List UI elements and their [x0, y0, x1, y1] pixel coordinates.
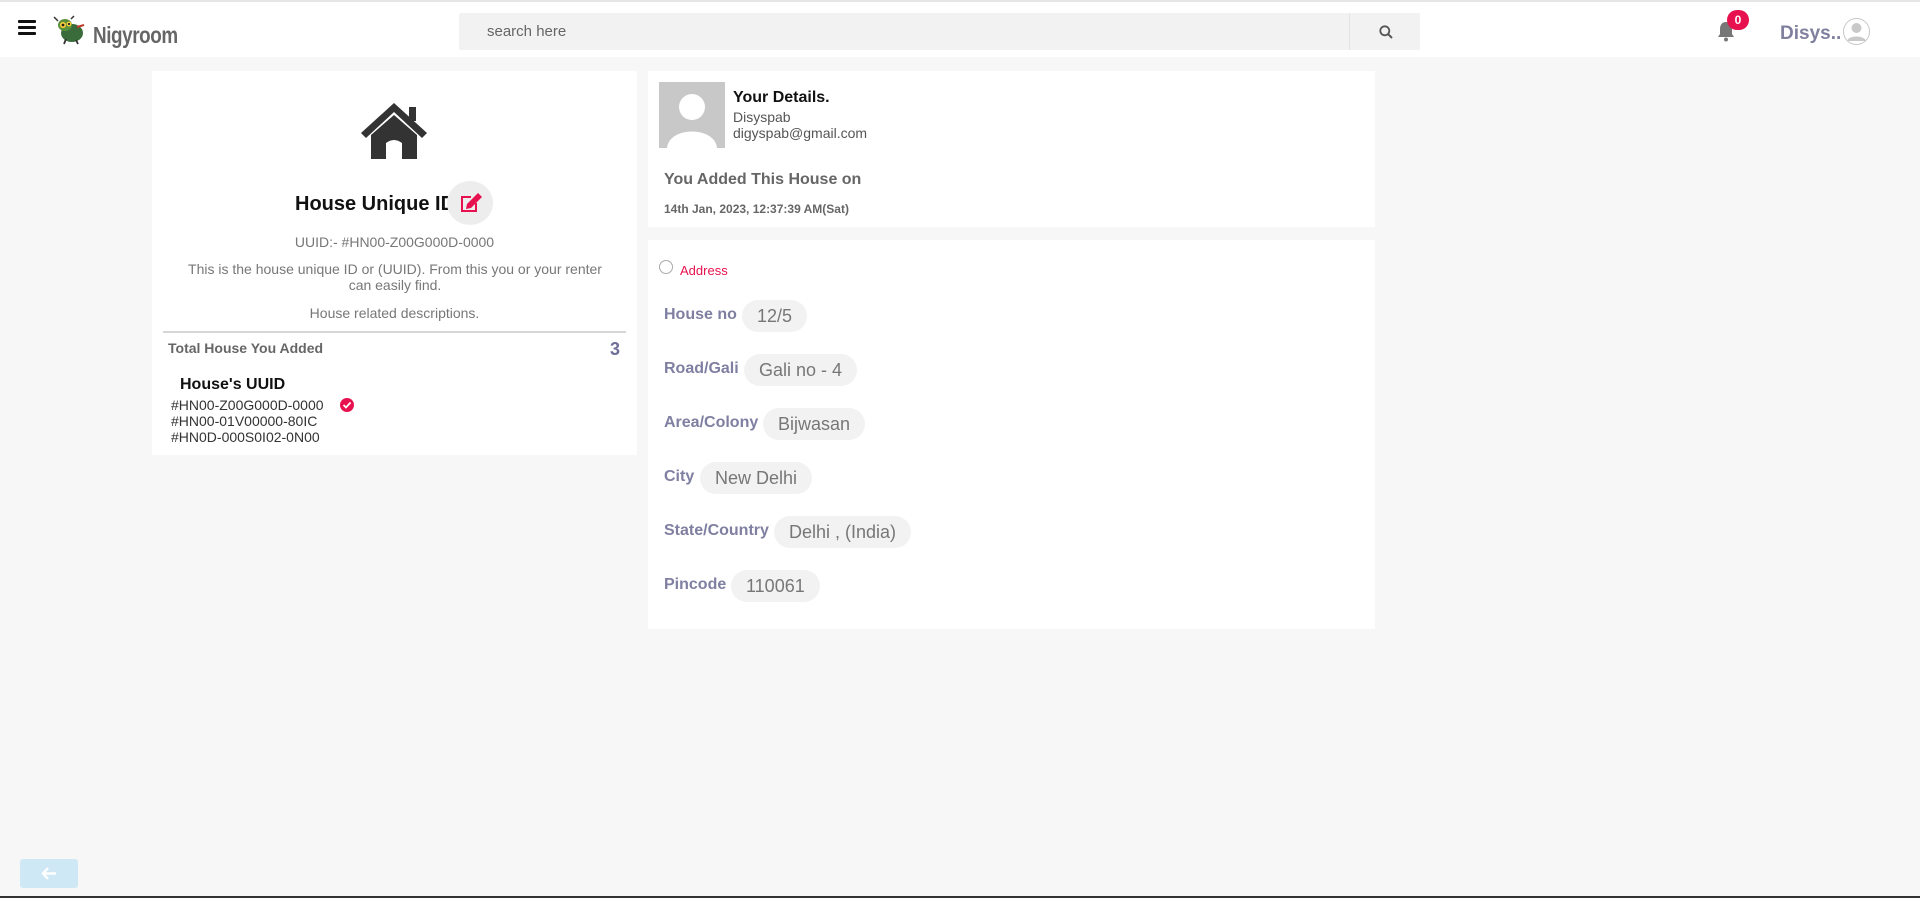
list-item[interactable]: #HN00-01V00000-80IC	[171, 413, 324, 429]
address-card: Address House no 12/5 Road/Gali Gali no …	[648, 240, 1375, 629]
house-no-label: House no	[664, 306, 737, 323]
notification-badge: 0	[1727, 10, 1749, 30]
house-uid-title: House Unique ID	[295, 193, 456, 215]
details-name: Disyspab	[733, 109, 791, 125]
area-colony-value: Bijwasan	[763, 408, 866, 440]
top-navbar: Nigyroom 0 Disys..	[0, 0, 1920, 57]
check-circle-icon	[340, 398, 354, 412]
state-country-value: Delhi , (India)	[774, 516, 912, 548]
total-houses-label: Total House You Added	[168, 340, 324, 356]
user-name[interactable]: Disys..	[1780, 23, 1841, 45]
search-button[interactable]	[1349, 13, 1420, 50]
user-avatar-icon[interactable]	[1843, 18, 1870, 45]
city-label: City	[664, 468, 695, 485]
arrow-left-icon	[41, 867, 56, 880]
added-label: You Added This House on	[664, 171, 862, 188]
house-uuids-title: House's UUID	[180, 376, 286, 393]
added-date: 14th Jan, 2023, 12:37:39 AM(Sat)	[664, 202, 849, 216]
house-uuid: #HN00-01V00000-80IC	[171, 413, 318, 429]
search-icon	[1379, 25, 1393, 39]
edit-button[interactable]	[447, 181, 493, 225]
person-placeholder-icon	[659, 82, 725, 148]
details-title: Your Details.	[733, 89, 830, 106]
your-details-card: Your Details. Disyspab digyspab@gmail.co…	[648, 71, 1375, 227]
list-item[interactable]: #HN0D-000S0I02-0N00	[171, 429, 324, 445]
menu-icon[interactable]	[18, 20, 36, 36]
house-uuid-list: #HN00-Z00G000D-0000 #HN00-01V00000-80IC …	[171, 397, 354, 445]
back-button[interactable]	[20, 859, 78, 888]
uuid-description: This is the house unique ID or (UUID). F…	[188, 261, 602, 293]
search-input[interactable]	[459, 13, 1349, 50]
house-uuid: #HN00-Z00G000D-0000	[171, 397, 324, 413]
uuid-line: UUID:- #HN00-Z00G000D-0000	[294, 234, 495, 250]
logo-icon[interactable]	[52, 15, 86, 45]
address-label: Address	[680, 263, 728, 278]
brand-name[interactable]: Nigyroom	[93, 22, 178, 49]
road-gali-value: Gali no - 4	[744, 354, 858, 386]
house-related-description: House related descriptions.	[309, 305, 480, 321]
house-uid-card: House Unique ID UUID:- #HN00-Z00G000D-00…	[152, 71, 637, 455]
house-uuid: #HN0D-000S0I02-0N00	[171, 429, 320, 445]
list-item[interactable]: #HN00-Z00G000D-0000	[171, 397, 354, 413]
pincode-label: Pincode	[664, 576, 727, 593]
house-no-value: 12/5	[742, 300, 808, 332]
city-value: New Delhi	[700, 462, 813, 494]
search-bar	[459, 13, 1420, 50]
pincode-value: 110061	[731, 570, 820, 602]
divider	[163, 331, 626, 333]
address-radio[interactable]	[659, 260, 673, 274]
house-icon	[361, 103, 427, 159]
details-email: digyspab@gmail.com	[733, 125, 868, 141]
state-country-label: State/Country	[664, 522, 769, 539]
edit-icon	[461, 193, 482, 212]
road-gali-label: Road/Gali	[664, 360, 739, 377]
total-houses-count: 3	[610, 339, 621, 359]
area-colony-label: Area/Colony	[664, 414, 759, 431]
